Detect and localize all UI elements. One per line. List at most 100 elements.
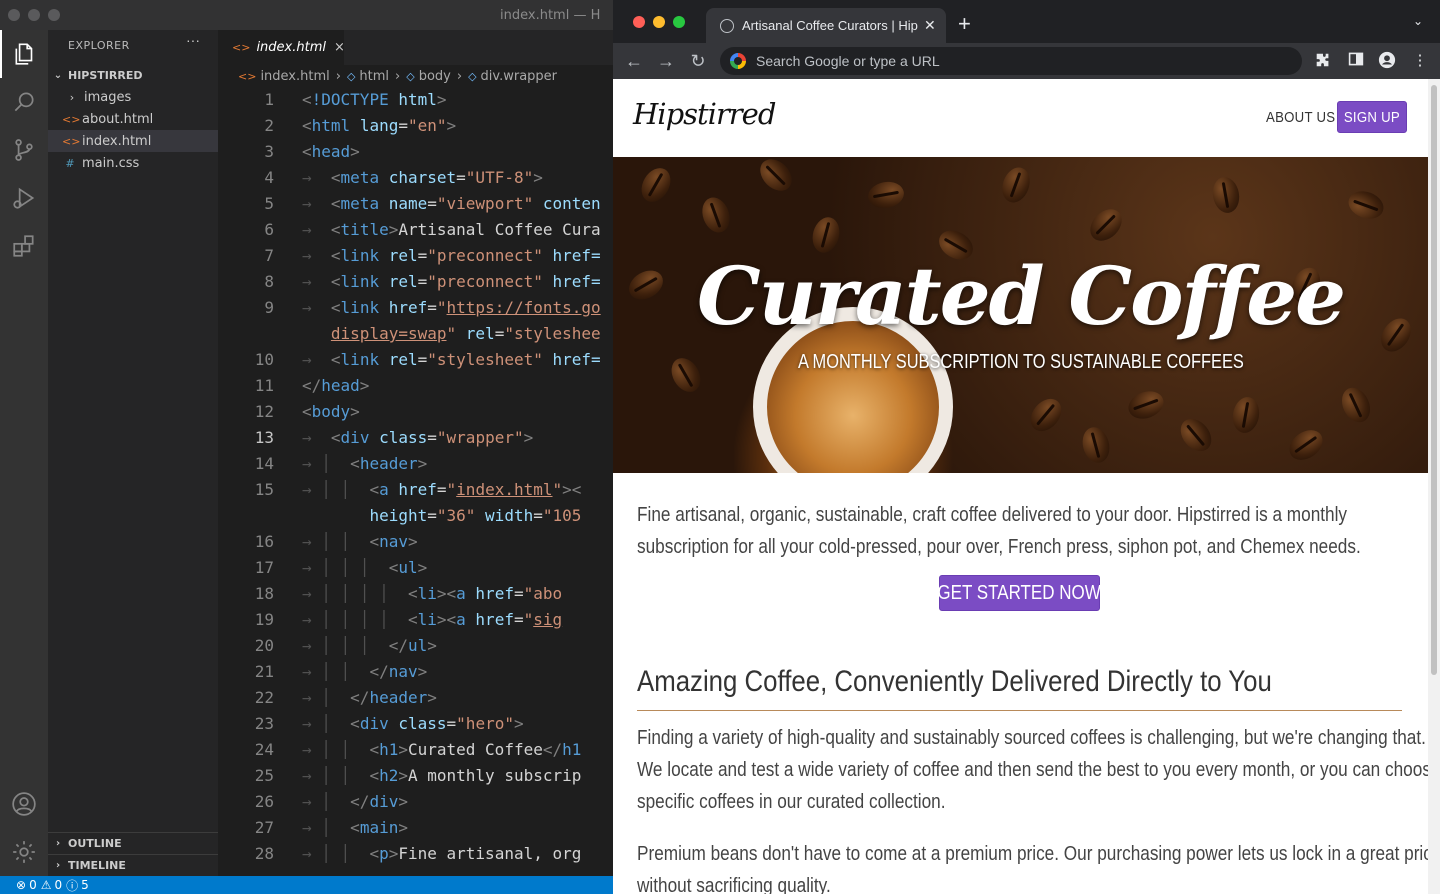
run-debug-icon[interactable]: [0, 174, 48, 222]
site-logo[interactable]: Hipstirred: [633, 97, 776, 131]
info-count[interactable]: 5: [81, 878, 89, 892]
code-line[interactable]: 12 <body>: [218, 399, 613, 425]
source-control-icon[interactable]: [0, 126, 48, 174]
hero-title: Curated Coffee: [696, 249, 1346, 343]
code-line[interactable]: 1 <!DOCTYPE html>: [218, 87, 613, 113]
omnibox-input[interactable]: [756, 53, 1276, 69]
get-started-label: GET STARTED NOW: [937, 581, 1102, 604]
code-line[interactable]: 7 → <link rel="preconnect" href=: [218, 243, 613, 269]
code-line[interactable]: 26 → │ </div>: [218, 789, 613, 815]
chevron-down-icon[interactable]: ⌄: [1413, 14, 1423, 28]
warning-icon[interactable]: ⚠: [41, 878, 52, 892]
browser-close-button[interactable]: [633, 16, 645, 28]
breadcrumb-item[interactable]: div.wrapper: [481, 69, 557, 84]
browser-zoom-button[interactable]: [673, 16, 685, 28]
line-number: 15: [254, 480, 274, 499]
code-line[interactable]: 25 → │ │ <h2>A monthly subscrip: [218, 763, 613, 789]
settings-gear-icon[interactable]: [0, 828, 48, 876]
reload-button[interactable]: ↻: [686, 49, 710, 73]
code-line[interactable]: 3 <head>: [218, 139, 613, 165]
code-line[interactable]: 5 → <meta name="viewport" conten: [218, 191, 613, 217]
code-line[interactable]: 20 → │ │ │ </ul>: [218, 633, 613, 659]
error-icon[interactable]: ⊗: [16, 878, 26, 892]
get-started-button[interactable]: GET STARTED NOW: [937, 575, 1102, 611]
code-line[interactable]: 15 → │ │ <a href="index.html"><: [218, 477, 613, 503]
vscode-window-title: index.html — H: [500, 8, 601, 23]
error-count[interactable]: 0: [29, 878, 37, 892]
html-file-icon: <>: [62, 134, 81, 148]
code-line[interactable]: 11 </head>: [218, 373, 613, 399]
tab-index-html[interactable]: <> index.html ×: [218, 30, 345, 65]
nav-sign-up-button[interactable]: SIGN UP: [1337, 101, 1407, 133]
code-line[interactable]: 13 → <div class="wrapper">: [218, 425, 613, 451]
code-line[interactable]: 16 → │ │ <nav>: [218, 529, 613, 555]
outline-section[interactable]: › OUTLINE: [48, 832, 218, 854]
folder-hipstirred[interactable]: ⌄ HIPSTIRRED: [48, 64, 218, 86]
breadcrumb-item[interactable]: body: [419, 69, 451, 84]
nav-about-us-link[interactable]: ABOUT US: [1266, 109, 1335, 126]
search-activity-icon[interactable]: [0, 78, 48, 126]
side-panel-icon[interactable]: [1346, 51, 1366, 71]
close-icon[interactable]: ✕: [924, 17, 936, 34]
code-line[interactable]: 23 → │ <div class="hero">: [218, 711, 613, 737]
omnibox[interactable]: [720, 47, 1302, 75]
code-line[interactable]: 9 → <link href="https://fonts.go: [218, 295, 613, 321]
profile-icon[interactable]: [1377, 51, 1397, 71]
timeline-section[interactable]: › TIMELINE: [48, 854, 218, 876]
code-editor[interactable]: 1 <!DOCTYPE html> 2 <html lang="en"> 3 <head>…: [218, 87, 613, 876]
coffee-bean: [1084, 203, 1128, 247]
breadcrumb-item[interactable]: index.html: [260, 69, 329, 84]
vscode-window: index.html — H EXPLORER ··· ⌄ HIPSTIRRED: [0, 0, 613, 894]
css-file-icon: #: [65, 156, 75, 170]
kebab-menu-icon[interactable]: ⋮: [1410, 51, 1430, 71]
tree-item-main-css[interactable]: # main.css: [48, 152, 218, 174]
outline-label: OUTLINE: [68, 837, 122, 850]
explorer-activity-icon[interactable]: [0, 30, 48, 78]
new-tab-button[interactable]: +: [958, 11, 971, 37]
tree-item-label: index.html: [82, 133, 152, 149]
info-icon[interactable]: ⓘ: [66, 877, 78, 894]
code-line[interactable]: 27 → │ <main>: [218, 815, 613, 841]
extensions-icon[interactable]: [0, 222, 48, 270]
explorer-more-button[interactable]: ···: [186, 32, 200, 48]
window-minimize-button[interactable]: [28, 9, 40, 21]
forward-button[interactable]: →: [654, 49, 678, 73]
code-line[interactable]: height="36" width="105: [218, 503, 613, 529]
code-line[interactable]: 22 → │ </header>: [218, 685, 613, 711]
code-line[interactable]: 24 → │ │ <h1>Curated Coffee</h1: [218, 737, 613, 763]
account-icon[interactable]: [0, 780, 48, 828]
timeline-label: TIMELINE: [68, 859, 126, 872]
coffee-bean: [866, 179, 906, 211]
close-icon[interactable]: ×: [334, 40, 345, 55]
browser-tab[interactable]: Artisanal Coffee Curators | Hipstirred ✕: [706, 8, 946, 43]
page-scrollbar[interactable]: [1428, 79, 1440, 894]
breadcrumb-item[interactable]: html: [359, 69, 389, 84]
back-button[interactable]: ←: [622, 49, 646, 73]
code-line[interactable]: 6 → <title>Artisanal Coffee Cura: [218, 217, 613, 243]
chevron-right-icon: ›: [55, 838, 61, 849]
code-text: → │ │ </nav>: [302, 662, 428, 681]
tree-item-index-html[interactable]: <> index.html: [48, 130, 218, 152]
warning-count[interactable]: 0: [54, 878, 62, 892]
window-zoom-button[interactable]: [48, 9, 60, 21]
code-line[interactable]: 14 → │ <header>: [218, 451, 613, 477]
paragraph-line: Finding a variety of high-quality and su…: [637, 727, 1426, 749]
code-line[interactable]: 2 <html lang="en">: [218, 113, 613, 139]
extensions-puzzle-icon[interactable]: [1313, 51, 1333, 71]
browser-minimize-button[interactable]: [653, 16, 665, 28]
scrollbar-thumb[interactable]: [1431, 85, 1437, 675]
code-line[interactable]: 19 → │ │ │ │ <li><a href="sig: [218, 607, 613, 633]
code-line[interactable]: 8 → <link rel="preconnect" href=: [218, 269, 613, 295]
code-line[interactable]: 18 → │ │ │ │ <li><a href="abo: [218, 581, 613, 607]
code-line[interactable]: 4 → <meta charset="UTF-8">: [218, 165, 613, 191]
code-line[interactable]: 21 → │ │ </nav>: [218, 659, 613, 685]
tree-item-images[interactable]: › images: [48, 86, 218, 108]
code-line[interactable]: display=swap" rel="styleshee: [218, 321, 613, 347]
code-line[interactable]: 17 → │ │ │ <ul>: [218, 555, 613, 581]
folder-name: HIPSTIRRED: [68, 68, 143, 82]
tree-item-about-html[interactable]: <> about.html: [48, 108, 218, 130]
line-number: 10: [254, 350, 274, 369]
code-line[interactable]: 28 → │ │ <p>Fine artisanal, org: [218, 841, 613, 867]
window-close-button[interactable]: [8, 9, 20, 21]
code-line[interactable]: 10 → <link rel="stylesheet" href=: [218, 347, 613, 373]
